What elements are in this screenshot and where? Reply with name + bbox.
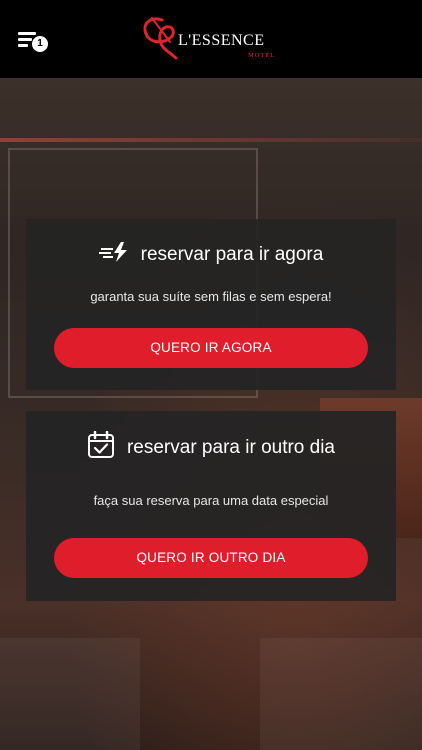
logo-mark-icon (143, 17, 178, 60)
card-title-text: reservar para ir agora (140, 244, 324, 265)
menu-icon-line (18, 44, 28, 47)
reserve-later-title: reservar para ir outro dia (26, 430, 396, 465)
floor-tile (0, 638, 140, 750)
reserve-now-title: reservar para ir agora (26, 241, 396, 269)
calendar-check-icon (87, 430, 115, 465)
reserve-now-card: reservar para ir agora garanta sua suíte… (26, 219, 396, 390)
floor-tile (260, 638, 422, 750)
notification-badge: 1 (32, 36, 48, 52)
logo-name: L'ESSENCE (178, 32, 265, 49)
reserve-later-subtitle: faça sua reserva para uma data especial (93, 493, 329, 508)
reserve-later-button[interactable]: QUERO IR OUTRO DIA (54, 538, 368, 578)
menu-icon-line (18, 38, 32, 41)
reserve-now-button[interactable]: QUERO IR AGORA (54, 328, 368, 368)
logo-subtitle: MOTEL (248, 52, 276, 59)
menu-button[interactable]: 1 (16, 28, 52, 56)
ceiling-light (0, 138, 422, 142)
reserve-now-subtitle: garanta sua suíte sem filas e sem espera… (90, 289, 332, 304)
fast-lightning-icon (98, 241, 129, 269)
card-title-text: reservar para ir outro dia (126, 437, 336, 458)
menu-icon-line (18, 32, 36, 35)
brand-logo: L'ESSENCE MOTEL (140, 14, 280, 62)
reserve-later-card: reservar para ir outro dia faça sua rese… (26, 411, 396, 601)
top-bar: 1 L'ESSENCE MOTEL (0, 0, 422, 78)
